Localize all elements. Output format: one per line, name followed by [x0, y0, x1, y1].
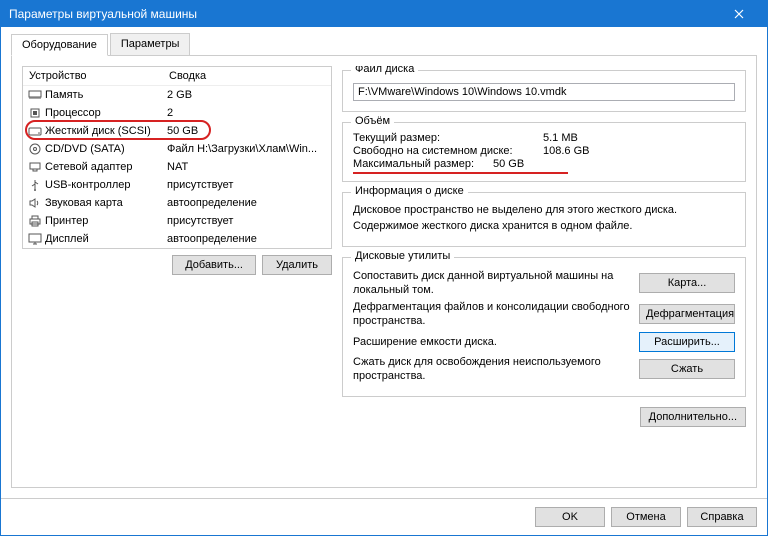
- device-name: Память: [45, 89, 167, 101]
- usb-icon: [28, 179, 42, 191]
- sound-icon: [28, 197, 42, 209]
- utilities-title: Дисковые утилиты: [351, 250, 454, 262]
- compact-text: Сжать диск для освобождения неиспользуем…: [353, 355, 631, 384]
- device-row-cpu[interactable]: Процессор2: [23, 104, 331, 122]
- device-summary: Файл H:\Загрузки\Хлам\Win...: [167, 143, 327, 155]
- free-space-value: 108.6 GB: [543, 145, 589, 157]
- close-button[interactable]: [719, 1, 759, 27]
- sound-icon-cell: [27, 196, 43, 210]
- device-name: Звуковая карта: [45, 197, 167, 209]
- hdd-icon: [28, 125, 42, 137]
- cd-icon-cell: [27, 142, 43, 156]
- map-button[interactable]: Карта...: [639, 273, 735, 293]
- header-device: Устройство: [29, 70, 169, 82]
- disk-utilities-group: Дисковые утилиты Сопоставить диск данной…: [342, 257, 746, 398]
- content-area: Оборудование Параметры Устройство Сводка…: [1, 27, 767, 498]
- device-summary: 2 GB: [167, 89, 327, 101]
- disk-info-group: Информация о диске Дисковое пространство…: [342, 192, 746, 247]
- device-summary: NAT: [167, 161, 327, 173]
- hdd-icon-cell: [27, 124, 43, 138]
- memory-icon-cell: [27, 88, 43, 102]
- usb-icon-cell: [27, 178, 43, 192]
- volume-group: Объём Текущий размер: 5.1 MB Свободно на…: [342, 122, 746, 182]
- disk-info-line1: Дисковое пространство не выделено для эт…: [353, 203, 735, 217]
- current-size-label: Текущий размер:: [353, 132, 543, 144]
- window-title: Параметры виртуальной машины: [9, 7, 197, 21]
- tab-strip: Оборудование Параметры: [11, 33, 757, 56]
- volume-title: Объём: [351, 115, 394, 127]
- remove-button[interactable]: Удалить: [262, 255, 332, 275]
- device-row-usb[interactable]: USB-контроллерприсутствует: [23, 176, 331, 194]
- device-summary: 50 GB: [167, 125, 327, 137]
- device-row-hdd[interactable]: Жесткий диск (SCSI)50 GB: [23, 122, 331, 140]
- expand-button[interactable]: Расширить...: [639, 332, 735, 352]
- left-buttons: Добавить... Удалить: [22, 249, 332, 275]
- advanced-button[interactable]: Дополнительно...: [640, 407, 746, 427]
- device-name: CD/DVD (SATA): [45, 143, 167, 155]
- device-name: Жесткий диск (SCSI): [45, 125, 167, 137]
- dialog-footer: OK Отмена Справка: [1, 498, 767, 535]
- map-text: Сопоставить диск данной виртуальной маши…: [353, 269, 631, 298]
- device-summary: автоопределение: [167, 197, 327, 209]
- device-row-display[interactable]: Дисплейавтоопределение: [23, 230, 331, 248]
- display-icon-cell: [27, 232, 43, 246]
- device-summary: присутствует: [167, 179, 327, 191]
- device-list-panel: Устройство Сводка Память2 GBПроцессор2Же…: [22, 66, 332, 249]
- add-button[interactable]: Добавить...: [172, 255, 256, 275]
- header-summary: Сводка: [169, 70, 206, 82]
- device-name: Принтер: [45, 215, 167, 227]
- memory-icon: [28, 89, 42, 101]
- defrag-button[interactable]: Дефрагментация: [639, 304, 735, 324]
- tab-body: Устройство Сводка Память2 GBПроцессор2Же…: [11, 56, 757, 488]
- printer-icon-cell: [27, 214, 43, 228]
- cancel-button[interactable]: Отмена: [611, 507, 681, 527]
- disk-file-input[interactable]: [353, 83, 735, 101]
- max-size-label: Максимальный размер:: [353, 158, 493, 170]
- display-icon: [28, 233, 42, 245]
- disk-info-title: Информация о диске: [351, 185, 468, 197]
- device-summary: присутствует: [167, 215, 327, 227]
- disk-info-line2: Содержимое жесткого диска хранится в одн…: [353, 219, 735, 233]
- expand-text: Расширение емкости диска.: [353, 335, 631, 349]
- free-space-label: Свободно на системном диске:: [353, 145, 543, 157]
- device-name: USB-контроллер: [45, 179, 167, 191]
- tab-hardware[interactable]: Оборудование: [11, 34, 108, 56]
- cpu-icon: [28, 107, 42, 119]
- titlebar: Параметры виртуальной машины: [1, 1, 767, 27]
- max-size-value: 50 GB: [493, 158, 524, 170]
- right-panel: Файл диска Объём Текущий размер: 5.1 MB …: [342, 66, 746, 477]
- device-row-printer[interactable]: Принтерприсутствует: [23, 212, 331, 230]
- printer-icon: [28, 215, 42, 227]
- close-icon: [734, 9, 744, 19]
- net-icon-cell: [27, 160, 43, 174]
- disk-file-group: Файл диска: [342, 70, 746, 112]
- cd-icon: [28, 143, 42, 155]
- tab-options[interactable]: Параметры: [110, 33, 191, 55]
- device-summary: 2: [167, 107, 327, 119]
- help-button[interactable]: Справка: [687, 507, 757, 527]
- compact-button[interactable]: Сжать: [639, 359, 735, 379]
- device-row-cd[interactable]: CD/DVD (SATA)Файл H:\Загрузки\Хлам\Win..…: [23, 140, 331, 158]
- network-icon: [28, 161, 42, 173]
- device-list[interactable]: Память2 GBПроцессор2Жесткий диск (SCSI)5…: [23, 86, 331, 248]
- device-name: Сетевой адаптер: [45, 161, 167, 173]
- device-row-memory[interactable]: Память2 GB: [23, 86, 331, 104]
- defrag-text: Дефрагментация файлов и консолидации сво…: [353, 300, 631, 329]
- cpu-icon-cell: [27, 106, 43, 120]
- highlight-underline: [353, 172, 568, 174]
- device-row-sound[interactable]: Звуковая картаавтоопределение: [23, 194, 331, 212]
- disk-file-title: Файл диска: [351, 66, 418, 75]
- device-summary: автоопределение: [167, 233, 327, 245]
- vm-settings-window: Параметры виртуальной машины Оборудовани…: [0, 0, 768, 536]
- ok-button[interactable]: OK: [535, 507, 605, 527]
- device-name: Процессор: [45, 107, 167, 119]
- device-name: Дисплей: [45, 233, 167, 245]
- device-row-net[interactable]: Сетевой адаптерNAT: [23, 158, 331, 176]
- current-size-value: 5.1 MB: [543, 132, 578, 144]
- device-header: Устройство Сводка: [23, 67, 331, 86]
